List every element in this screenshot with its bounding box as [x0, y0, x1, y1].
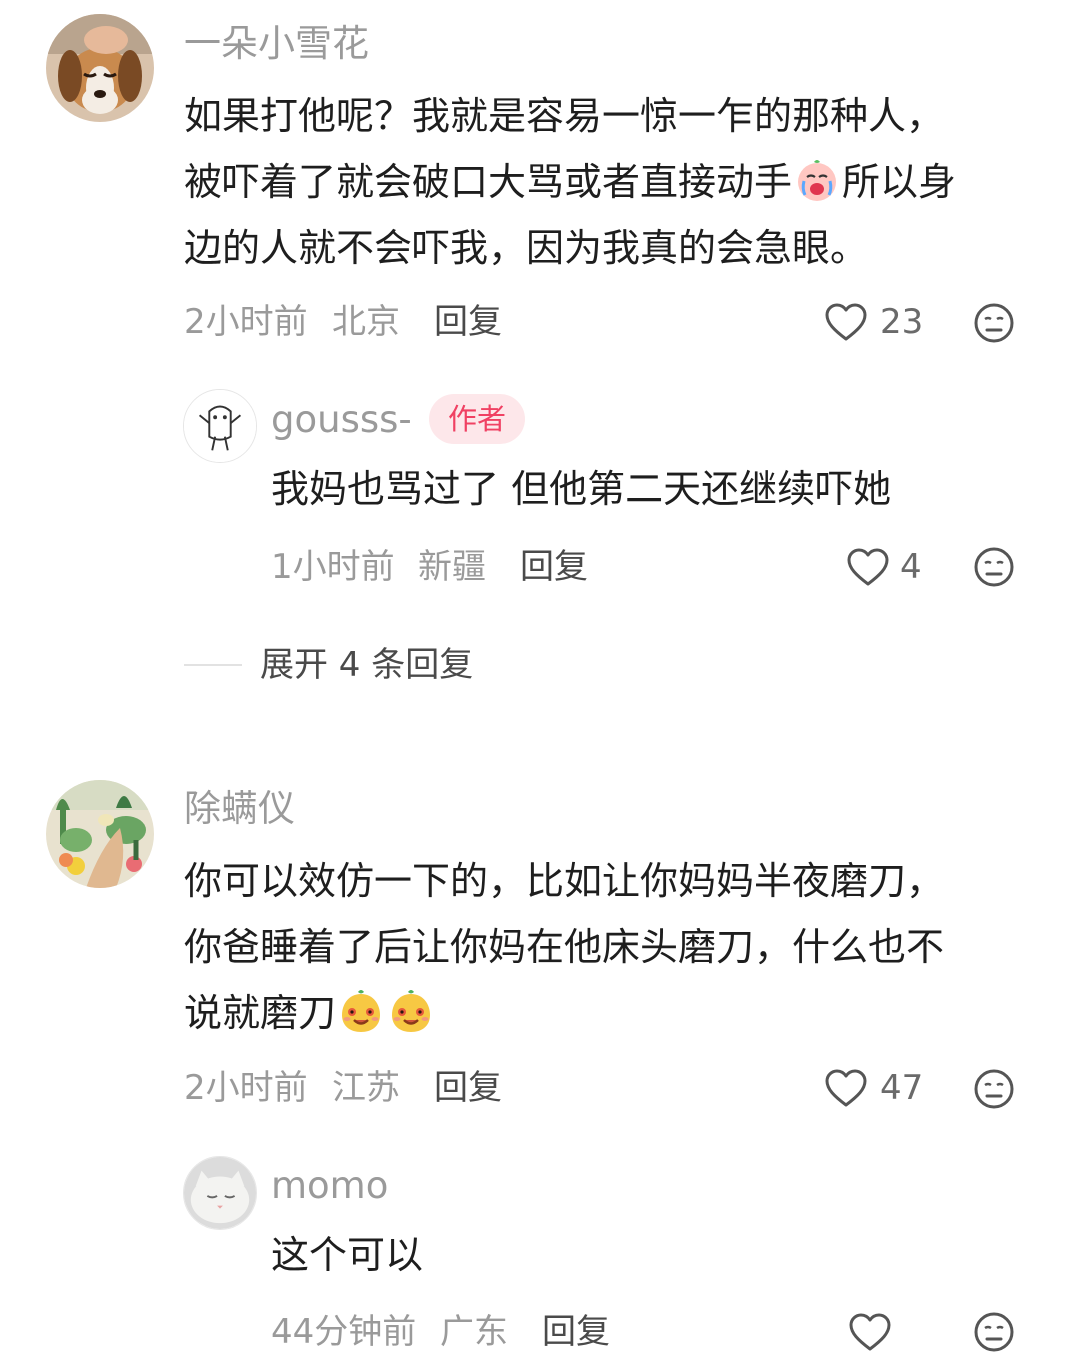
divider-line [184, 664, 242, 666]
avatar[interactable] [183, 1156, 257, 1230]
dog-avatar-icon [46, 14, 154, 122]
comment-username[interactable]: 除螨仪 [184, 787, 295, 831]
garden-avatar-icon [46, 780, 154, 888]
meh-face-icon[interactable] [973, 1311, 1015, 1353]
comment-text-line: 边的人就不会吓我，因为我真的会急眼。 [184, 226, 869, 270]
comment-username[interactable]: 一朵小雪花 [184, 22, 369, 66]
like-count: 4 [900, 547, 922, 587]
reply-button[interactable]: 回复 [434, 300, 502, 344]
comment-text-line: 被吓着了就会破口大骂或者直接动手 所以身 [184, 149, 956, 215]
reply-location: 广东 [440, 1312, 508, 1352]
grinning-face-emoji [388, 988, 434, 1034]
meh-face-icon[interactable] [973, 1068, 1015, 1110]
reply-button[interactable]: 回复 [542, 1310, 610, 1354]
reply-username[interactable]: gousss- [271, 398, 412, 442]
meh-face-icon[interactable] [973, 546, 1015, 588]
avatar[interactable] [183, 389, 257, 463]
comment-text-line: 你爸睡着了后让你妈在他床头磨刀，什么也不 [184, 925, 945, 969]
reply-button[interactable]: 回复 [434, 1066, 502, 1110]
comment-text-line: 你可以效仿一下的，比如让你妈妈半夜磨刀， [184, 859, 945, 903]
doodle-avatar-icon [184, 390, 256, 462]
comment-time: 2小时前 [184, 302, 308, 342]
reply-text: 我妈也骂过了 但他第二天还继续吓她 [271, 467, 892, 511]
comment-text-line: 如果打他呢？我就是容易一惊一乍的那种人， [184, 94, 945, 138]
comment-text-segment: 被吓着了就会破口大骂或者直接动手 [184, 160, 793, 204]
comment-text-segment: 说就磨刀 [184, 991, 337, 1035]
comment-location: 江苏 [332, 1068, 400, 1108]
heart-outline-icon[interactable] [824, 302, 868, 342]
reply-username[interactable]: momo [271, 1164, 388, 1208]
heart-outline-icon[interactable] [846, 547, 890, 587]
reply-button[interactable]: 回复 [520, 545, 588, 589]
comment-location: 北京 [332, 302, 400, 342]
like-count: 23 [880, 302, 924, 342]
like-count: 47 [880, 1068, 924, 1108]
grinning-face-emoji [338, 988, 384, 1034]
comment-time: 2小时前 [184, 1068, 308, 1108]
cat-avatar-icon [184, 1157, 256, 1229]
reply-time: 1小时前 [271, 547, 395, 587]
avatar[interactable] [46, 14, 154, 122]
meh-face-icon[interactable] [973, 302, 1015, 344]
reply-location: 新疆 [418, 547, 486, 587]
avatar[interactable] [46, 780, 154, 888]
heart-outline-icon[interactable] [848, 1312, 892, 1352]
comment-text-segment: 所以身 [842, 160, 957, 204]
author-badge: 作者 [429, 394, 526, 444]
reply-text: 这个可以 [271, 1233, 424, 1277]
heart-outline-icon[interactable] [824, 1068, 868, 1108]
reply-time: 44分钟前 [271, 1312, 417, 1352]
expand-replies-label: 展开 4 条回复 [260, 645, 474, 685]
crying-face-emoji [794, 157, 840, 203]
comment-text-line: 说就磨刀 [184, 980, 436, 1046]
